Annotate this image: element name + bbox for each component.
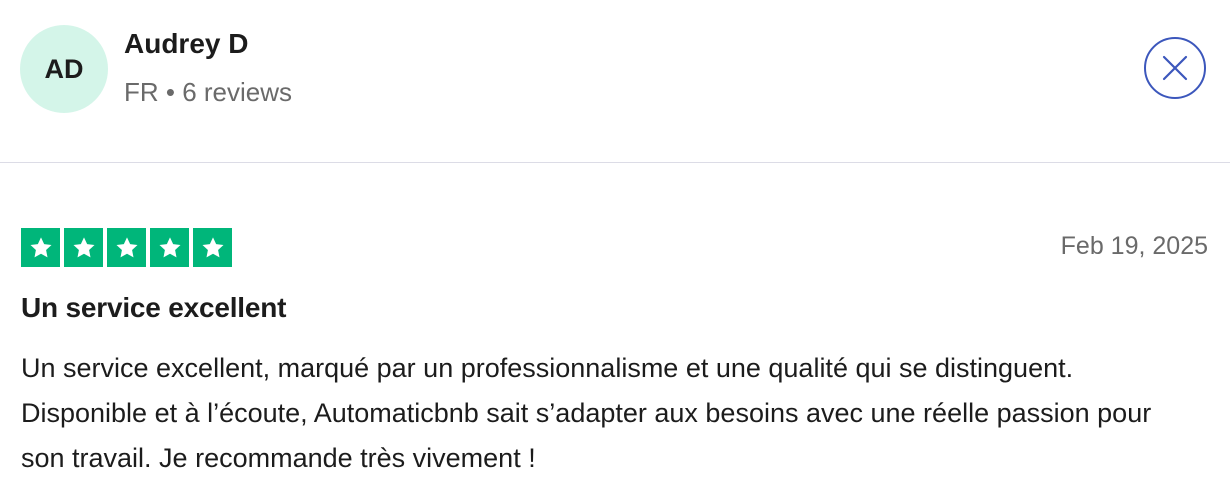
star-icon [107, 228, 146, 267]
star-rating [21, 228, 232, 267]
review-modal: AD Audrey D FR • 6 reviews Feb 19, 2025 … [0, 0, 1230, 494]
star-icon [21, 228, 60, 267]
reviewer-header: AD Audrey D FR • 6 reviews [0, 0, 1230, 163]
star-icon [193, 228, 232, 267]
star-icon [64, 228, 103, 267]
avatar: AD [20, 25, 108, 113]
close-icon [1162, 55, 1188, 81]
review-body: Un service excellent, marqué par un prof… [21, 353, 1152, 473]
review-title: Un service excellent [21, 292, 287, 323]
close-button[interactable] [1144, 37, 1206, 99]
star-icon [150, 228, 189, 267]
reviewer-meta: FR • 6 reviews [124, 77, 293, 107]
review-date: Feb 19, 2025 [1060, 232, 1208, 260]
reviewer-name[interactable]: Audrey D [124, 28, 248, 60]
